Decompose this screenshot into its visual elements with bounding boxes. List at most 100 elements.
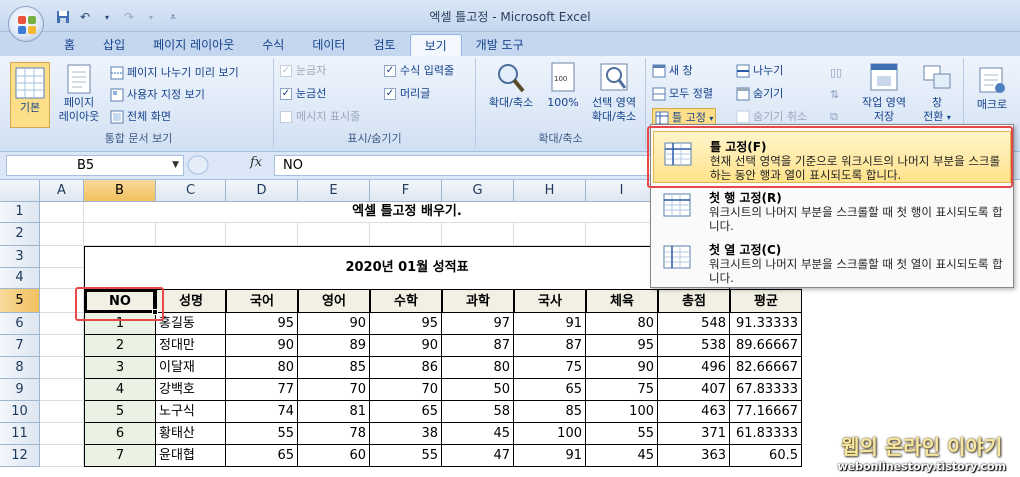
cell[interactable] [442,223,514,246]
table-cell[interactable]: 548 [658,313,730,335]
select-all-corner[interactable] [0,180,40,202]
cell[interactable] [586,223,658,246]
table-cell[interactable]: 70 [370,379,442,401]
table-cell[interactable]: 황태산 [156,423,226,445]
row-header-1[interactable]: 1 [0,202,40,223]
macros-button[interactable]: 매크로 [968,66,1016,132]
column-header-a[interactable]: A [40,180,84,202]
table-cell[interactable]: 55 [226,423,298,445]
table-cell[interactable]: 정대만 [156,335,226,357]
column-header-f[interactable]: F [370,180,442,202]
name-box[interactable]: B5 ▼ [6,155,184,176]
split-button[interactable]: 나누기 [736,62,783,80]
table-cell[interactable]: 70 [298,379,370,401]
name-box-dropdown-icon[interactable]: ▼ [172,156,179,175]
table-cell[interactable]: 371 [658,423,730,445]
table-cell[interactable]: 87 [442,335,514,357]
table-cell[interactable]: 67.83333 [730,379,802,401]
tab-review[interactable]: 검토 [359,34,409,56]
table-header-cell[interactable]: 성명 [156,289,226,313]
table-cell[interactable]: 77 [226,379,298,401]
cell[interactable] [226,223,298,246]
cell[interactable] [40,335,84,357]
zoom-to-selection-button[interactable]: 선택 영역 확대/축소 [584,62,644,128]
table-cell[interactable]: 85 [514,401,586,423]
column-header-g[interactable]: G [442,180,514,202]
zoom-button[interactable]: 확대/축소 [480,62,542,128]
formula-bar-checkbox[interactable]: ✓ 수식 입력줄 [384,62,454,80]
table-cell[interactable]: 75 [514,357,586,379]
column-header-c[interactable]: C [156,180,226,202]
table-cell[interactable]: 91.33333 [730,313,802,335]
table-cell[interactable]: 55 [370,445,442,467]
office-button[interactable] [8,6,44,42]
switch-windows-button[interactable]: 창 전환 ▾ [914,62,960,132]
cell[interactable] [40,445,84,467]
table-cell[interactable]: 95 [370,313,442,335]
row-header-3[interactable]: 3 [0,246,40,268]
cell[interactable] [40,223,84,246]
table-cell[interactable]: 65 [370,401,442,423]
table-header-cell[interactable]: 국사 [514,289,586,313]
table-cell[interactable]: 58 [442,401,514,423]
no-cell[interactable]: 6 [84,423,156,445]
tab-developer[interactable]: 개발 도구 [462,34,538,56]
table-cell[interactable]: 97 [442,313,514,335]
table-cell[interactable]: 45 [586,445,658,467]
table-header-cell[interactable]: 총점 [658,289,730,313]
table-header-cell[interactable]: 체육 [586,289,658,313]
cell[interactable] [298,223,370,246]
table-header-cell[interactable]: 영어 [298,289,370,313]
table-cell[interactable]: 81 [298,401,370,423]
zoom-100-button[interactable]: 100 100% [544,62,582,128]
row-header-10[interactable]: 10 [0,401,40,423]
cell[interactable] [514,223,586,246]
table-cell[interactable]: 85 [298,357,370,379]
page-break-preview-button[interactable]: 페이지 나누기 미리 보기 [110,64,239,82]
cell[interactable] [40,357,84,379]
table-cell[interactable]: 47 [442,445,514,467]
no-cell[interactable]: 7 [84,445,156,467]
table-cell[interactable]: 77.16667 [730,401,802,423]
table-cell[interactable]: 45 [442,423,514,445]
table-cell[interactable]: 이달재 [156,357,226,379]
cell[interactable] [156,223,226,246]
table-cell[interactable]: 80 [586,313,658,335]
table-cell[interactable]: 65 [226,445,298,467]
cell[interactable] [370,223,442,246]
table-cell[interactable]: 86 [370,357,442,379]
menu-freeze-top-row[interactable]: 첫 행 고정(R) 워크시트의 나머지 부분을 스크롤할 때 첫 행이 표시되도… [653,183,1011,235]
table-cell[interactable]: 90 [586,357,658,379]
table-cell[interactable]: 82.66667 [730,357,802,379]
table-cell[interactable]: 90 [298,313,370,335]
table-cell[interactable]: 78 [298,423,370,445]
table-cell[interactable]: 496 [658,357,730,379]
cell[interactable] [40,268,84,289]
tab-home[interactable]: 홈 [50,34,89,56]
table-cell[interactable]: 노구식 [156,401,226,423]
table-cell[interactable]: 61.83333 [730,423,802,445]
table-cell[interactable]: 74 [226,401,298,423]
table-cell[interactable]: 80 [442,357,514,379]
cell[interactable] [40,379,84,401]
table-cell[interactable]: 강백호 [156,379,226,401]
cell[interactable] [84,223,156,246]
table-cell[interactable]: 55 [586,423,658,445]
insert-function-icon[interactable]: fx [250,155,262,170]
cell[interactable] [40,246,84,268]
row-header-8[interactable]: 8 [0,357,40,379]
row-header-4[interactable]: 4 [0,268,40,289]
table-cell[interactable]: 95 [586,335,658,357]
headings-checkbox[interactable]: ✓ 머리글 [384,85,430,103]
custom-views-button[interactable]: 사용자 지정 보기 [110,86,205,104]
row-header-6[interactable]: 6 [0,313,40,335]
hide-button[interactable]: 숨기기 [736,85,783,103]
table-cell[interactable]: 91 [514,313,586,335]
table-cell[interactable]: 홍길동 [156,313,226,335]
column-header-e[interactable]: E [298,180,370,202]
no-cell[interactable]: 5 [84,401,156,423]
save-workspace-button[interactable]: 작업 영역 저장 [854,62,914,132]
row-header-2[interactable]: 2 [0,223,40,246]
column-header-b[interactable]: B [84,180,156,202]
table-cell[interactable]: 91 [514,445,586,467]
